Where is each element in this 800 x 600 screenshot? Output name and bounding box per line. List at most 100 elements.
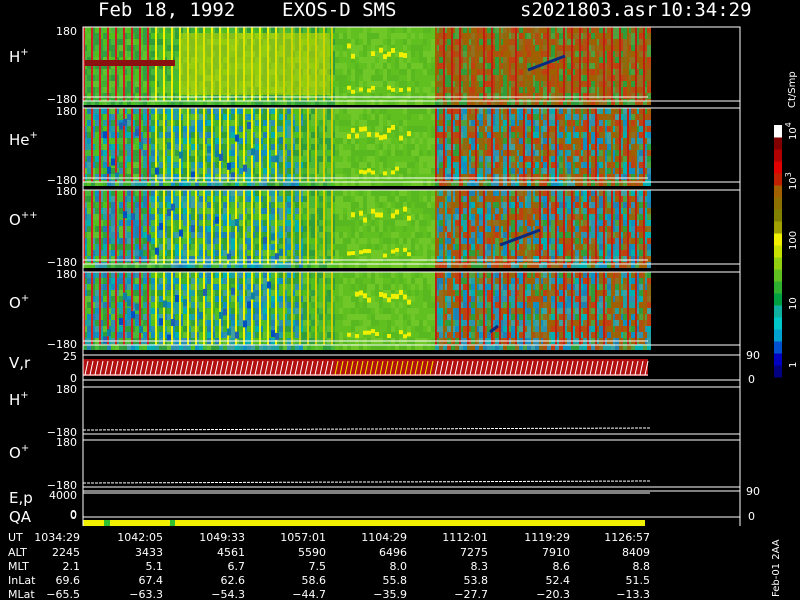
ephem-label-mlt: MLT bbox=[8, 560, 29, 573]
spectrogram-opp-column bbox=[419, 190, 423, 268]
spectrogram-op-column bbox=[411, 272, 415, 350]
spectrogram-opp-column bbox=[107, 190, 111, 268]
spectrogram-op-column bbox=[303, 272, 307, 350]
spectrogram-opp-column bbox=[239, 190, 243, 268]
spectrogram-opp-column bbox=[427, 190, 431, 268]
spectrogram-h-yellow-band bbox=[180, 33, 330, 95]
spectrogram-opp-column bbox=[367, 190, 371, 268]
spectrogram-opp-column bbox=[559, 190, 563, 268]
spectrogram-opp-column bbox=[203, 190, 207, 268]
spectrogram-he-column bbox=[307, 108, 311, 186]
ephem-cell: 1049:33 bbox=[199, 531, 245, 544]
spectrogram-h-column bbox=[639, 27, 643, 105]
ephem-cell: 8.0 bbox=[390, 560, 408, 573]
spectrogram-h-column bbox=[335, 27, 339, 105]
spectrogram-op-column bbox=[127, 272, 131, 350]
spectrogram-he-column bbox=[359, 108, 363, 186]
spectrogram-op-column bbox=[255, 272, 259, 350]
spectrogram-he-column bbox=[431, 108, 435, 186]
spectrogram-he-column bbox=[619, 108, 623, 186]
spectrogram-op-column bbox=[647, 272, 651, 350]
spectrogram-opp-column bbox=[243, 190, 247, 268]
ephem-cell: −54.3 bbox=[211, 588, 245, 600]
spectrogram-h-column bbox=[507, 27, 511, 105]
spectrogram-he-column bbox=[339, 108, 343, 186]
spectrogram-page: Feb 18, 1992 EXOS-D SMS s2021803.asr 10:… bbox=[0, 0, 800, 600]
spectrogram-he-column bbox=[391, 108, 395, 186]
spectrogram-opp-column bbox=[99, 190, 103, 268]
spectrogram-opp-column bbox=[499, 190, 503, 268]
spectrogram-op-column bbox=[403, 272, 407, 350]
ytick-top-he: 180 bbox=[56, 105, 77, 118]
spectrogram-opp-column bbox=[235, 190, 239, 268]
spectrogram-op-column bbox=[547, 272, 551, 350]
spectrogram-op-column bbox=[107, 272, 111, 350]
spectrogram-h-column bbox=[415, 27, 419, 105]
spectrogram-he-column bbox=[207, 108, 211, 186]
ephem-cell: 1034:29 bbox=[34, 531, 80, 544]
spectrogram-h-column bbox=[479, 27, 483, 105]
spectrogram-he-column bbox=[591, 108, 595, 186]
spectrogram-h-column bbox=[579, 27, 583, 105]
spectrogram-op-column bbox=[495, 272, 499, 350]
spectrogram-h-column bbox=[455, 27, 459, 105]
spectrogram-opp-column bbox=[423, 190, 427, 268]
spectrogram-op-column bbox=[259, 272, 263, 350]
panel-label-vr: V,r bbox=[9, 354, 31, 372]
spectrogram-opp-column bbox=[635, 190, 639, 268]
spectrogram-op-column bbox=[203, 272, 207, 350]
rtick-bottom-vr: 0 bbox=[748, 373, 755, 386]
ephem-cell: 1042:05 bbox=[117, 531, 163, 544]
ytick-top-opp: 180 bbox=[56, 185, 77, 198]
spectrogram-he-column bbox=[587, 108, 591, 186]
spectrogram-he-column bbox=[355, 108, 359, 186]
spectrogram-op-column bbox=[431, 272, 435, 350]
spectrogram-opp-column bbox=[183, 190, 187, 268]
spectrogram-op-column bbox=[511, 272, 515, 350]
spectrogram-op-column bbox=[619, 272, 623, 350]
spectrogram-h-column bbox=[459, 27, 463, 105]
spectrogram-op-column bbox=[355, 272, 359, 350]
colorbar-swatch bbox=[774, 305, 782, 318]
line-panel-o2 bbox=[82, 439, 741, 488]
spectrogram-he-column bbox=[603, 108, 607, 186]
spectrogram-he-column bbox=[507, 108, 511, 186]
spectrogram-opp-column bbox=[507, 190, 511, 268]
spectrogram-opp-column bbox=[91, 190, 95, 268]
spectrogram-he-column bbox=[523, 108, 527, 186]
spectrogram-op-column bbox=[395, 272, 399, 350]
spectrogram-op-column bbox=[519, 272, 523, 350]
spectrogram-h-column bbox=[587, 27, 591, 105]
spectrogram-opp-column bbox=[523, 190, 527, 268]
ephem-cell: 8.8 bbox=[633, 560, 651, 573]
spectrogram-op-column bbox=[451, 272, 455, 350]
spectrogram-opp-column bbox=[531, 190, 535, 268]
spectrogram-h-column bbox=[407, 27, 411, 105]
spectrogram-he-column bbox=[123, 108, 127, 186]
spectrogram-h-column bbox=[419, 27, 423, 105]
spectrogram-he-column bbox=[435, 108, 439, 186]
spectrogram-he-column bbox=[535, 108, 539, 186]
spectrogram-he-column bbox=[155, 108, 159, 186]
spectrogram-h-column bbox=[603, 27, 607, 105]
spectrogram-op-column bbox=[139, 272, 143, 350]
qa-mark-2 bbox=[170, 520, 175, 526]
spectrogram-opp-column bbox=[519, 190, 523, 268]
spectrogram-h-column bbox=[543, 27, 547, 105]
spectrogram-he-column bbox=[343, 108, 347, 186]
spectrogram-h-column bbox=[487, 27, 491, 105]
spectrogram-h-column bbox=[643, 27, 647, 105]
spectrogram-opp-column bbox=[159, 190, 163, 268]
spectrogram-h-column bbox=[623, 27, 627, 105]
ytick-top-op: 180 bbox=[56, 268, 77, 281]
spectrogram-h-column bbox=[359, 27, 363, 105]
ytick-top-o2: 180 bbox=[56, 436, 77, 449]
ephem-label-mlat: MLat bbox=[8, 588, 35, 600]
colorbar-tick: 104 bbox=[784, 122, 799, 140]
spectrogram-op-column bbox=[119, 272, 123, 350]
spectrogram-he-column bbox=[387, 108, 391, 186]
spectrogram-opp-column bbox=[451, 190, 455, 268]
ephem-cell: 7.5 bbox=[309, 560, 327, 573]
spectrogram-op-column bbox=[443, 272, 447, 350]
spectrogram-h-column bbox=[575, 27, 579, 105]
